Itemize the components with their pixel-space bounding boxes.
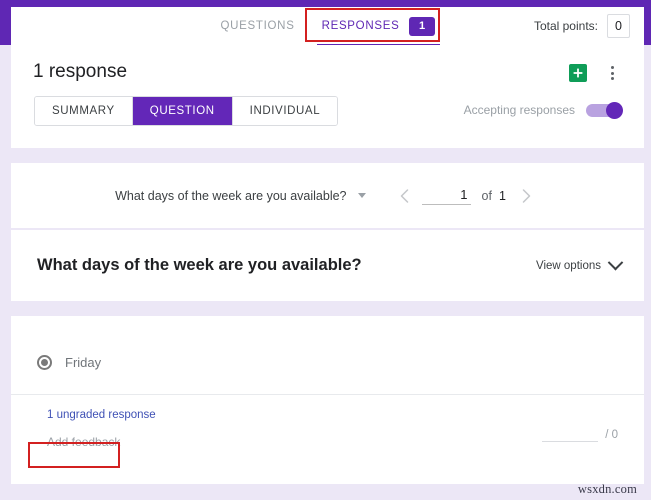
chevron-left-icon[interactable] [392,183,418,209]
total-points-group: Total points: 0 [534,7,630,45]
score-input[interactable] [542,426,599,442]
question-navigation-card: What days of the week are you available?… [11,163,644,228]
score-group: / 0 [542,426,618,442]
radio-selected-icon [37,355,52,370]
view-mode-summary-label: SUMMARY [52,105,115,117]
page-total-label: 1 [498,188,506,203]
tab-questions[interactable]: QUESTIONS [207,10,309,42]
question-select-value: What days of the week are you available? [115,188,347,203]
toggle-knob [606,101,623,119]
chevron-down-icon [607,254,624,271]
chevron-right-icon[interactable] [514,183,540,209]
window-right-gutter [644,45,651,500]
answer-option-row[interactable]: Friday [37,355,101,370]
window-accent-bar-top [0,0,651,7]
page-of-label: of [481,188,492,203]
answer-grading-card: Friday 1 ungraded response Add feedback … [11,316,644,484]
tab-questions-label: QUESTIONS [220,20,295,32]
accepting-responses-label: Accepting responses [463,103,575,117]
responses-count-badge: 1 [409,16,436,36]
kebab-menu-icon[interactable] [603,62,621,84]
view-mode-segmented-control: SUMMARY QUESTION INDIVIDUAL [34,96,339,126]
tab-responses-label: RESPONSES [321,20,400,32]
google-sheets-icon[interactable] [569,64,587,82]
score-total-label: / 0 [605,429,618,441]
view-mode-question-label: QUESTION [149,105,215,117]
view-mode-summary[interactable]: SUMMARY [35,97,133,125]
tab-responses[interactable]: RESPONSES 1 [309,8,449,46]
window-accent-bar-right [644,0,651,45]
answer-option-label: Friday [65,355,102,370]
view-mode-question[interactable]: QUESTION [132,97,233,125]
question-select-dropdown[interactable]: What days of the week are you available? [115,188,366,203]
ungraded-response-link[interactable]: 1 ungraded response [47,409,156,421]
radio-dot [41,359,48,366]
view-options-button[interactable]: View options [536,254,624,272]
kebab-dot [610,66,614,69]
app-frame: QUESTIONS RESPONSES 1 Total points: 0 1 … [0,0,651,500]
accepting-responses-group: Accepting responses [463,96,623,124]
total-points-value[interactable]: 0 [607,14,630,38]
add-feedback-button[interactable]: Add feedback [47,435,120,449]
page-number-input[interactable]: 1 [421,187,471,205]
view-mode-individual-label: INDIVIDUAL [249,105,321,117]
question-pager: 1 of 1 [392,183,540,209]
card-divider [11,394,644,395]
view-options-label: View options [536,259,601,272]
header-bar: QUESTIONS RESPONSES 1 Total points: 0 [11,7,644,46]
question-title: What days of the week are you available? [37,256,362,274]
window-accent-bar-left [0,0,11,45]
watermark: wsxdn.com [577,482,637,496]
response-count-heading: 1 response [33,61,128,82]
caret-down-icon [357,193,366,198]
responses-summary-card: 1 response SUMMARY QUESTION INDIVIDUAL A… [11,45,644,148]
question-title-card: What days of the week are you available?… [11,230,644,301]
question-navigation-row: What days of the week are you available?… [11,163,644,228]
kebab-dot [610,77,614,80]
total-points-label: Total points: [533,19,598,33]
kebab-dot [610,71,614,75]
view-mode-individual[interactable]: INDIVIDUAL [232,97,338,125]
accepting-responses-toggle[interactable] [586,101,623,119]
